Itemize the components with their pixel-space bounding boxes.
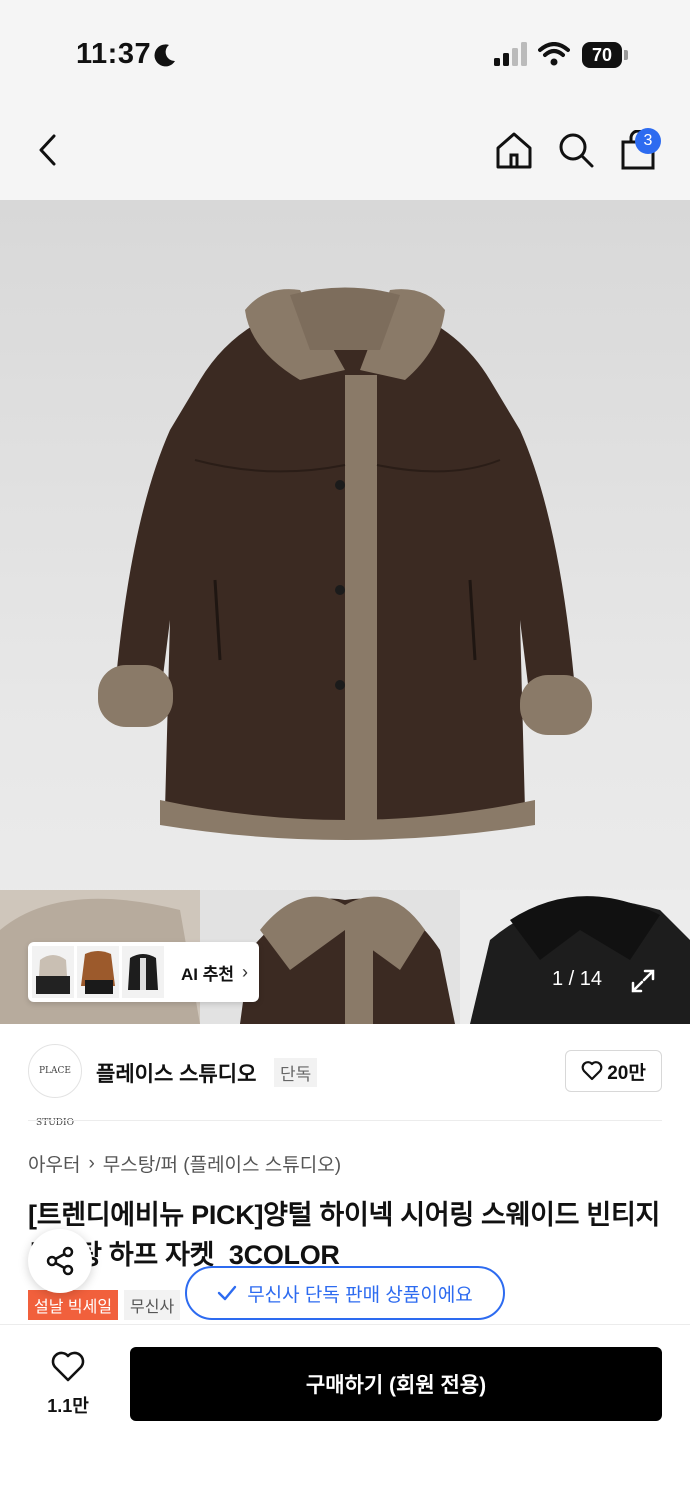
brand-row: PLACE STUDIO 플레이스 스튜디오 단독 20만	[0, 1024, 690, 1128]
product-jacket-image	[98, 287, 592, 840]
search-icon	[559, 133, 594, 168]
bottom-action-bar: 1.1만 구매하기 (회원 전용)	[0, 1324, 690, 1500]
brand-exclusive-tag: 단독	[274, 1058, 318, 1087]
divider	[28, 1120, 662, 1121]
brand-name[interactable]: 플레이스 스튜디오	[96, 1058, 256, 1088]
battery-level: 70	[582, 42, 622, 68]
share-button[interactable]	[28, 1229, 92, 1293]
brand-like-count: 20만	[607, 1062, 646, 1084]
search-button[interactable]	[554, 128, 598, 172]
cart-count-badge: 3	[635, 128, 661, 154]
chevron-left-icon	[39, 134, 56, 166]
brand-logo[interactable]: PLACE STUDIO	[28, 1044, 82, 1128]
battery-icon: 70	[582, 42, 628, 68]
brand-like-button[interactable]: 20만	[565, 1050, 662, 1092]
buy-button[interactable]: 구매하기 (회원 전용)	[130, 1347, 662, 1421]
exclusive-toast: 무신사 단독 판매 상품이에요	[185, 1266, 505, 1320]
check-icon	[217, 1285, 237, 1301]
product-title: [트렌디에비뉴 PICK]양털 하이넥 시어링 스웨이드 빈티지 무스탕 하프 …	[28, 1200, 661, 1270]
share-icon	[46, 1246, 74, 1276]
chevron-right-icon: ›	[88, 1152, 95, 1174]
top-nav	[0, 100, 690, 200]
ai-thumb-2	[77, 946, 119, 998]
signal-icon	[494, 42, 527, 66]
breadcrumb: 아우터 › 무스탕/퍼 (플레이스 스튜디오)	[28, 1150, 341, 1177]
sale-tag: 설날 빅세일	[28, 1290, 119, 1320]
heart-icon	[581, 1061, 603, 1081]
moon-icon	[154, 44, 175, 67]
status-time: 11:37	[76, 38, 152, 70]
gallery-pager: 1 / 14	[552, 968, 603, 990]
ai-thumb-1	[32, 946, 74, 998]
product-tags: 설날 빅세일 무신사	[28, 1290, 181, 1320]
toast-text: 무신사 단독 판매 상품이에요	[247, 1284, 473, 1306]
status-bar: 11:37 70	[0, 0, 690, 100]
wishlist-button[interactable]: 1.1만	[28, 1351, 108, 1418]
ai-recommend-label: AI 추천	[181, 964, 235, 984]
wishlist-count: 1.1만	[47, 1396, 89, 1416]
ai-recommend-card[interactable]: AI 추천 ›	[28, 942, 259, 1002]
heart-icon	[51, 1351, 85, 1382]
back-button[interactable]	[26, 128, 70, 172]
musinsa-tag: 무신사	[124, 1290, 181, 1320]
home-icon	[496, 132, 532, 169]
ai-thumb-3	[122, 946, 164, 998]
expand-icon[interactable]	[630, 968, 656, 994]
breadcrumb-item-outer[interactable]: 아우터	[28, 1150, 80, 1177]
breadcrumb-item-category[interactable]: 무스탕/퍼 (플레이스 스튜디오)	[103, 1150, 341, 1177]
product-image-gallery[interactable]	[0, 200, 690, 1024]
wifi-icon	[538, 42, 570, 66]
chevron-right-icon: ›	[242, 961, 249, 982]
home-button[interactable]	[492, 128, 536, 172]
